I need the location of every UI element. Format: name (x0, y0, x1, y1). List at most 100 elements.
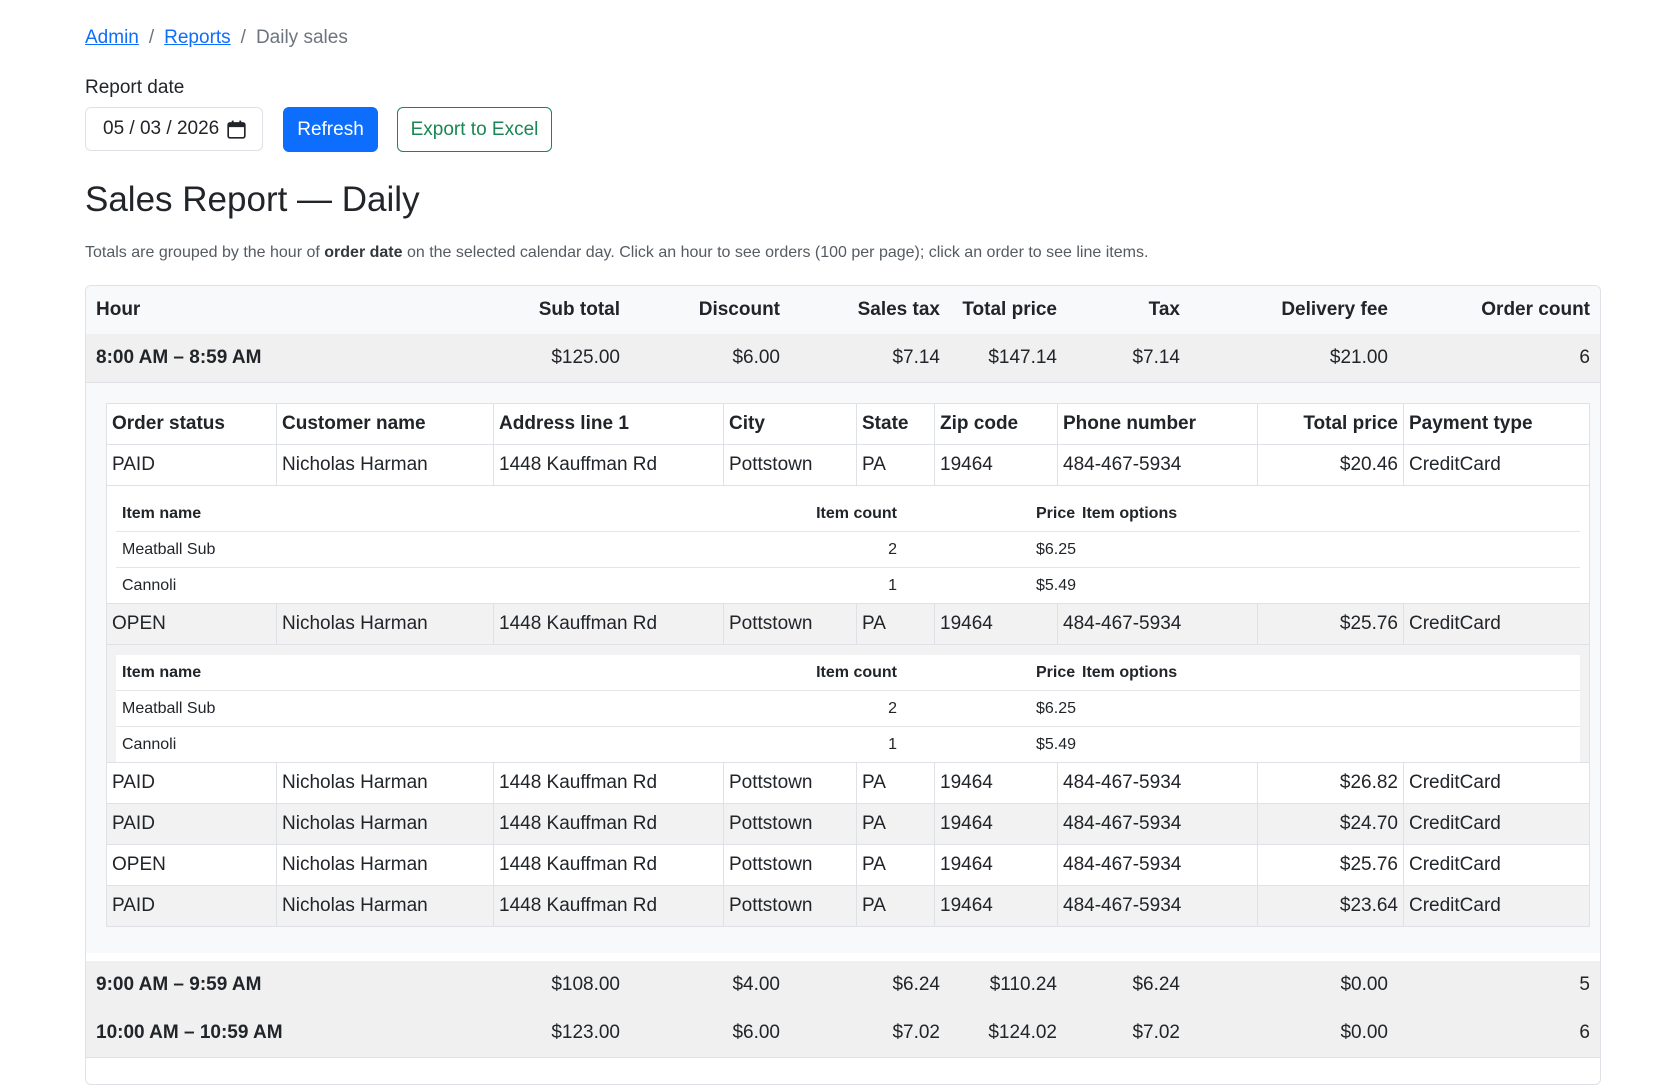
zip-cell: 19464 (935, 445, 1058, 485)
line-items-table: Item name Item count Price Item options … (116, 655, 1580, 762)
payment-type-cell: CreditCard (1409, 454, 1501, 475)
discount-cell: $4.00 (732, 974, 780, 995)
hour-row[interactable]: 8:00 AM – 8:59 AM $125.00 $6.00 $7.14 $1… (86, 334, 1600, 383)
total-price-cell: $147.14 (988, 347, 1057, 368)
col-header-customer-name: Customer name (277, 404, 494, 444)
order-row[interactable]: PAID Nicholas Harman 1448 Kauffman Rd Po… (107, 804, 1589, 845)
item-count-cell: 1 (888, 736, 897, 753)
order-total-cell: $26.82 (1258, 763, 1404, 803)
state-cell: PA (857, 804, 935, 844)
col-header-item-name: Item name (122, 505, 202, 522)
col-header-item-count: Item count (816, 505, 897, 522)
total-price-cell: $110.24 (989, 974, 1057, 995)
order-row[interactable]: PAID Nicholas Harman 1448 Kauffman Rd Po… (107, 763, 1589, 804)
payment-type-cell: CreditCard (1409, 854, 1501, 875)
item-name-cell: Cannoli (122, 577, 177, 594)
order-status-cell: PAID (107, 804, 277, 844)
order-count-cell: 6 (1579, 1022, 1590, 1043)
city-cell: Pottstown (724, 845, 857, 885)
hour-row[interactable]: 9:00 AM – 9:59 AM $108.00 $4.00 $6.24 $1… (86, 961, 1600, 1010)
breadcrumb-current: Daily sales (255, 27, 348, 48)
customer-name-cell: Nicholas Harman (277, 845, 494, 885)
address-cell: 1448 Kauffman Rd (494, 763, 724, 803)
sales-tax-cell: $7.02 (892, 1022, 940, 1043)
refresh-button[interactable]: Refresh (283, 107, 378, 152)
order-row[interactable]: PAID Nicholas Harman 1448 Kauffman Rd Po… (107, 886, 1589, 926)
state-cell: PA (857, 845, 935, 885)
line-items-panel: Item name Item count Price Item options … (107, 486, 1589, 604)
phone-cell: 484-467-5934 (1058, 763, 1258, 803)
tax-cell: $7.14 (1132, 347, 1180, 368)
zip-cell: 19464 (935, 763, 1058, 803)
hour-orders-panel: Order status Customer name Address line … (86, 383, 1600, 953)
hourly-table: Hour Sub total Discount Sales tax Total … (85, 285, 1601, 1085)
sales-tax-cell: $7.14 (892, 347, 940, 368)
col-header-total-price: Total price (962, 299, 1057, 320)
col-header-sales-tax: Sales tax (857, 299, 940, 320)
hour-label: 9:00 AM – 9:59 AM (96, 974, 262, 995)
col-header-hour: Hour (96, 299, 141, 320)
report-date-label: Report date (85, 77, 185, 98)
hour-label: 10:00 AM – 10:59 AM (96, 1022, 283, 1043)
address-cell: 1448 Kauffman Rd (494, 845, 724, 885)
discount-cell: $6.00 (732, 1022, 780, 1043)
order-count-cell: 6 (1579, 347, 1590, 368)
breadcrumb: Admin / Reports / Daily sales (85, 27, 348, 49)
phone-cell: 484-467-5934 (1058, 886, 1258, 926)
order-total-cell: $23.64 (1258, 886, 1404, 926)
line-item-row: Meatball Sub 2 $6.25 (116, 532, 1580, 568)
tax-cell: $6.24 (1132, 974, 1180, 995)
delivery-fee-cell: $0.00 (1340, 1022, 1388, 1043)
line-item-row: Cannoli 1 $5.49 (116, 727, 1580, 762)
desc-text-1: Totals are grouped by the hour of (85, 244, 325, 261)
state-cell: PA (857, 763, 935, 803)
breadcrumb-reports-link[interactable]: Reports (164, 27, 231, 48)
city-cell: Pottstown (724, 445, 857, 485)
col-header-discount: Discount (698, 299, 780, 320)
phone-cell: 484-467-5934 (1058, 804, 1258, 844)
order-status-cell: OPEN (107, 845, 277, 885)
col-header-order-total: Total price (1258, 404, 1404, 444)
order-row[interactable]: OPEN Nicholas Harman 1448 Kauffman Rd Po… (107, 604, 1589, 645)
col-header-phone: Phone number (1058, 404, 1258, 444)
city-cell: Pottstown (724, 604, 857, 644)
col-header-item-options: Item options (1082, 505, 1178, 522)
phone-cell: 484-467-5934 (1058, 845, 1258, 885)
line-items-table: Item name Item count Price Item options … (116, 496, 1580, 603)
order-status-cell: PAID (107, 886, 277, 926)
breadcrumb-admin-link[interactable]: Admin (85, 27, 139, 48)
city-cell: Pottstown (724, 804, 857, 844)
orders-table: Order status Customer name Address line … (106, 403, 1590, 927)
order-row[interactable]: PAID Nicholas Harman 1448 Kauffman Rd Po… (107, 445, 1589, 486)
line-items-header: Item name Item count Price Item options (116, 496, 1580, 532)
state-cell: PA (857, 604, 935, 644)
order-row[interactable]: OPEN Nicholas Harman 1448 Kauffman Rd Po… (107, 845, 1589, 886)
payment-type-cell: CreditCard (1409, 772, 1501, 793)
item-name-cell: Meatball Sub (122, 541, 216, 558)
city-cell: Pottstown (724, 886, 857, 926)
payment-type-cell: CreditCard (1409, 895, 1501, 916)
zip-cell: 19464 (935, 604, 1058, 644)
breadcrumb-separator: / (148, 27, 155, 48)
calendar-icon[interactable] (227, 120, 246, 139)
order-status-cell: PAID (107, 445, 277, 485)
state-cell: PA (857, 886, 935, 926)
city-cell: Pottstown (724, 763, 857, 803)
col-header-item-options: Item options (1082, 664, 1178, 681)
tax-cell: $7.02 (1132, 1022, 1180, 1043)
customer-name-cell: Nicholas Harman (277, 763, 494, 803)
col-header-item-count: Item count (816, 664, 897, 681)
col-header-price: Price (1036, 505, 1076, 522)
orders-table-header: Order status Customer name Address line … (107, 404, 1589, 445)
item-name-cell: Cannoli (122, 736, 177, 753)
desc-text-2: on the selected calendar day. Click an h… (402, 244, 1149, 261)
customer-name-cell: Nicholas Harman (277, 804, 494, 844)
hour-row[interactable]: 10:00 AM – 10:59 AM $123.00 $6.00 $7.02 … (86, 1009, 1600, 1058)
page-description: Totals are grouped by the hour of order … (85, 244, 1148, 262)
report-date-input[interactable]: 05 / 03 / 2026 (85, 107, 263, 151)
sub-total-cell: $108.00 (551, 974, 620, 995)
export-excel-button[interactable]: Export to Excel (397, 107, 552, 152)
item-count-cell: 2 (888, 541, 897, 558)
discount-cell: $6.00 (732, 347, 780, 368)
col-header-tax: Tax (1148, 299, 1180, 320)
